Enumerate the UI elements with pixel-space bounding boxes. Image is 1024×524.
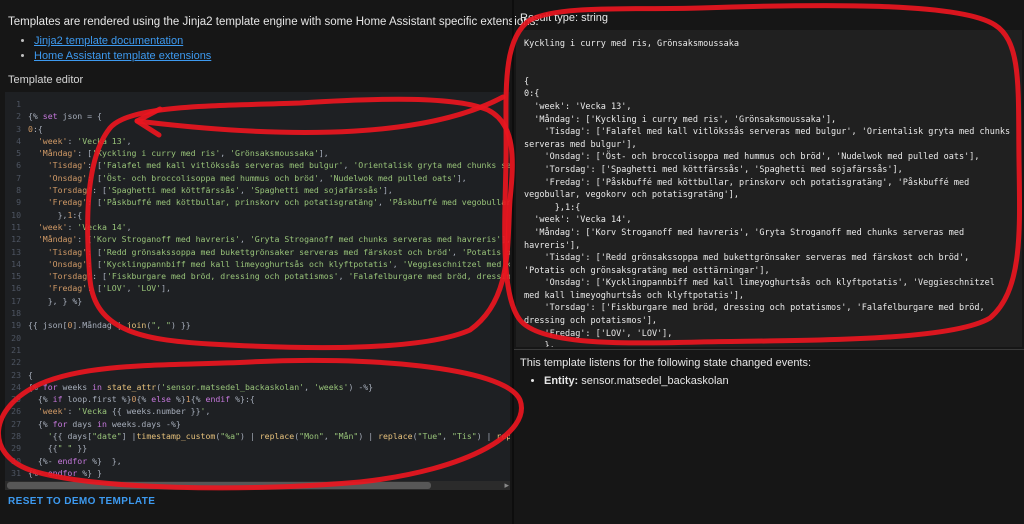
line-number: 22	[11, 357, 21, 368]
line-number: 16	[11, 283, 21, 294]
editor-horizontal-scrollbar[interactable]: ▸	[5, 479, 510, 491]
line-number: 20	[11, 332, 21, 343]
code-line: 1	[5, 98, 510, 110]
line-number: 29	[11, 443, 21, 454]
code-line: 14 'Onsdag': ['Kycklingpannbiff med kall…	[5, 258, 510, 270]
code-line: 13 'Tisdag': ['Redd grönsakssoppa med bu…	[5, 246, 510, 258]
code-line: 2 {% set json = {	[5, 110, 510, 122]
code-line: 24 {% for weeks in state_attr('sensor.mat…	[5, 381, 510, 393]
line-number: 27	[11, 418, 21, 429]
line-number: 10	[11, 209, 21, 220]
rendered-template-output: Kyckling i curry med ris, Grönsaksmoussa…	[524, 39, 1011, 347]
code-line: 15 'Torsdag': ['Fiskburgare med bröd, dr…	[5, 270, 510, 282]
line-number: 5	[16, 148, 21, 159]
scrollbar-arrow-icon[interactable]: ▸	[504, 479, 509, 491]
line-number: 26	[11, 406, 21, 417]
code-line: 9 'Fredag': ['Påskbuffé med köttbullar, …	[5, 196, 510, 208]
code-line: 21	[5, 344, 510, 356]
line-number: 15	[11, 271, 21, 282]
code-line: 16 'Fredag': ['LOV', 'LOV'],	[5, 282, 510, 294]
listens-events-text: This template listens for the following …	[520, 357, 812, 369]
line-number: 19	[11, 320, 21, 331]
line-number: 3	[16, 123, 21, 134]
code-line: 25 {% if loop.first %}0{% else %}1{% end…	[5, 393, 510, 405]
code-line: 19{{ json[0].Måndag | join(", ") }}	[5, 319, 510, 331]
line-number: 11	[11, 221, 21, 232]
code-line: 3 0:{	[5, 123, 510, 135]
ha-extensions-link[interactable]: Home Assistant template extensions	[34, 50, 211, 62]
code-line: 10 },1:{	[5, 209, 510, 221]
line-number: 23	[11, 369, 21, 380]
code-line: 20	[5, 332, 510, 344]
line-number: 14	[11, 258, 21, 269]
code-line: 18	[5, 307, 510, 319]
line-number: 18	[11, 308, 21, 319]
template-editor-label: Template editor	[8, 74, 84, 86]
result-type-label: Result type: string	[520, 12, 609, 24]
line-number: 9	[16, 197, 21, 208]
column-divider	[512, 0, 514, 524]
line-number: 24	[11, 381, 21, 392]
list-item: Jinja2 template documentation	[34, 35, 211, 47]
line-number: 28	[11, 431, 21, 442]
code-line: 26 'week': 'Vecka {{ weeks.number }}',	[5, 405, 510, 417]
line-number: 13	[11, 246, 21, 257]
template-intro-text: Templates are rendered using the Jinja2 …	[8, 16, 539, 28]
documentation-links: Jinja2 template documentation Home Assis…	[10, 32, 211, 65]
line-number: 7	[16, 172, 21, 183]
scrollbar-thumb[interactable]	[7, 482, 431, 489]
line-number: 30	[11, 455, 21, 466]
render-result-panel: Kyckling i curry med ris, Grönsaksmoussa…	[516, 30, 1022, 347]
code-line: 23{	[5, 369, 510, 381]
line-number: 31	[11, 467, 21, 478]
code-line: 12 'Måndag': ['Korv Stroganoff med havre…	[5, 233, 510, 245]
line-number: 21	[11, 344, 21, 355]
template-editor[interactable]: 1 2 {% set json = {3 0:{4 'week': 'Vecka 13…	[5, 92, 510, 481]
entity-value: sensor.matsedel_backaskolan	[578, 375, 729, 387]
listened-entities-list: Entity: sensor.matsedel_backaskolan	[522, 372, 729, 390]
line-number: 6	[16, 160, 21, 171]
entity-label: Entity:	[544, 375, 579, 387]
line-number: 1	[16, 99, 21, 109]
line-number: 12	[11, 234, 21, 245]
code-line: 5 'Måndag': ['Kyckling i curry med ris',…	[5, 147, 510, 159]
code-line: 7 'Onsdag': ['Öst- och broccolisoppa med…	[5, 172, 510, 184]
list-item: Home Assistant template extensions	[34, 50, 211, 62]
code-line: 31 {%- endfor %} }	[5, 467, 510, 479]
jinja2-docs-link[interactable]: Jinja2 template documentation	[34, 35, 183, 47]
code-line: 11 'week': 'Vecka 14',	[5, 221, 510, 233]
line-number: 25	[11, 394, 21, 405]
code-line: 22	[5, 356, 510, 368]
line-number: 8	[16, 185, 21, 196]
code-line: 29 {{" " }}	[5, 442, 510, 454]
section-divider	[514, 349, 1024, 350]
code-line: 4 'week': 'Vecka 13',	[5, 135, 510, 147]
reset-to-demo-template-button[interactable]: RESET TO DEMO TEMPLATE	[8, 496, 155, 507]
code-line: 27 {% for days in weeks.days -%}	[5, 418, 510, 430]
code-line: 6 'Tisdag': ['Falafel med kall vitlöksså…	[5, 159, 510, 171]
line-number: 17	[11, 295, 21, 306]
entity-list-item: Entity: sensor.matsedel_backaskolan	[544, 375, 729, 387]
line-number: 2	[16, 111, 21, 122]
code-line: 8 'Torsdag': ['Spaghetti med köttfärssås…	[5, 184, 510, 196]
code-line: 28 '{{ days["date"] |timestamp_custom("%…	[5, 430, 510, 442]
code-line: 17 }, } %}	[5, 295, 510, 307]
code-line: 30 {%- endfor %} },	[5, 455, 510, 467]
line-number: 4	[16, 135, 21, 146]
